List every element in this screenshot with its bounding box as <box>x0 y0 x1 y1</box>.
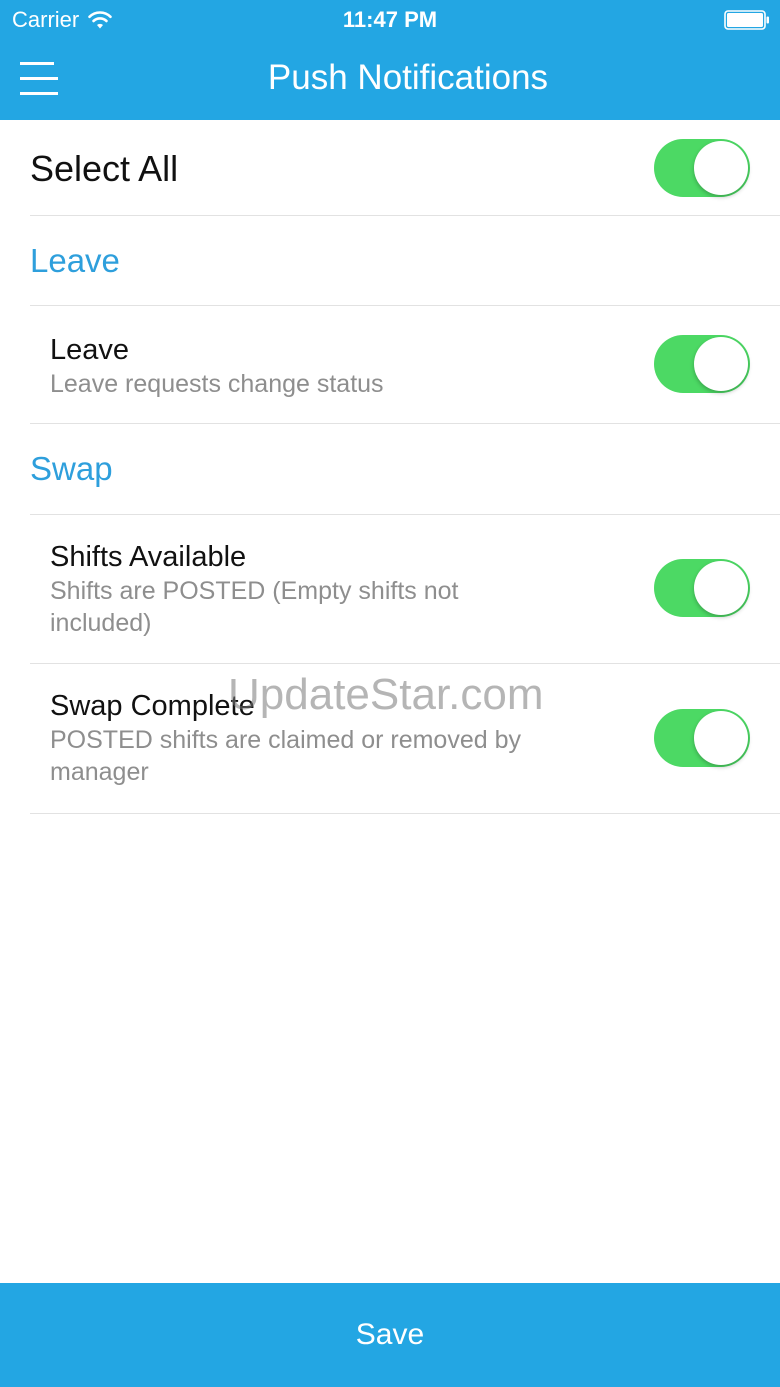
section-header-leave: Leave <box>30 216 780 306</box>
item-subtitle-shifts-available: Shifts are POSTED (Empty shifts not incl… <box>50 577 459 637</box>
battery-icon <box>724 10 769 30</box>
item-title-swap-complete: Swap Complete <box>50 690 255 722</box>
list-item-swap-complete: Swap Complete POSTED shifts are claimed … <box>30 664 780 814</box>
section-title-leave: Leave <box>30 242 120 279</box>
toggle-knob <box>694 337 748 391</box>
save-button[interactable]: Save <box>0 1283 780 1387</box>
select-all-label: Select All <box>30 148 179 189</box>
toggle-knob <box>694 561 748 615</box>
item-subtitle-swap-complete: POSTED shifts are claimed or removed by … <box>50 726 521 786</box>
select-all-toggle[interactable] <box>654 139 750 197</box>
section-header-swap: Swap <box>30 424 780 515</box>
swap-complete-toggle[interactable] <box>654 709 750 767</box>
section-title-swap: Swap <box>30 450 113 487</box>
leave-toggle[interactable] <box>654 335 750 393</box>
navigation-bar: Push Notifications <box>0 40 780 120</box>
shifts-available-toggle[interactable] <box>654 559 750 617</box>
list-item-leave: Leave Leave requests change status <box>30 306 780 424</box>
select-all-row: Select All <box>30 120 780 216</box>
list-item-shifts-available: Shifts Available Shifts are POSTED (Empt… <box>30 515 780 664</box>
status-bar: Carrier 11:47 PM <box>0 0 780 40</box>
header-area: Carrier 11:47 PM Push Notifications <box>0 0 780 120</box>
status-time: 11:47 PM <box>342 7 438 32</box>
item-title-shifts-available: Shifts Available <box>50 541 247 573</box>
toggle-knob <box>694 141 748 195</box>
page-title: Push Notifications <box>267 58 549 97</box>
toggle-knob <box>694 711 748 765</box>
item-title-leave: Leave <box>50 334 130 366</box>
item-subtitle-leave: Leave requests change status <box>50 370 384 398</box>
